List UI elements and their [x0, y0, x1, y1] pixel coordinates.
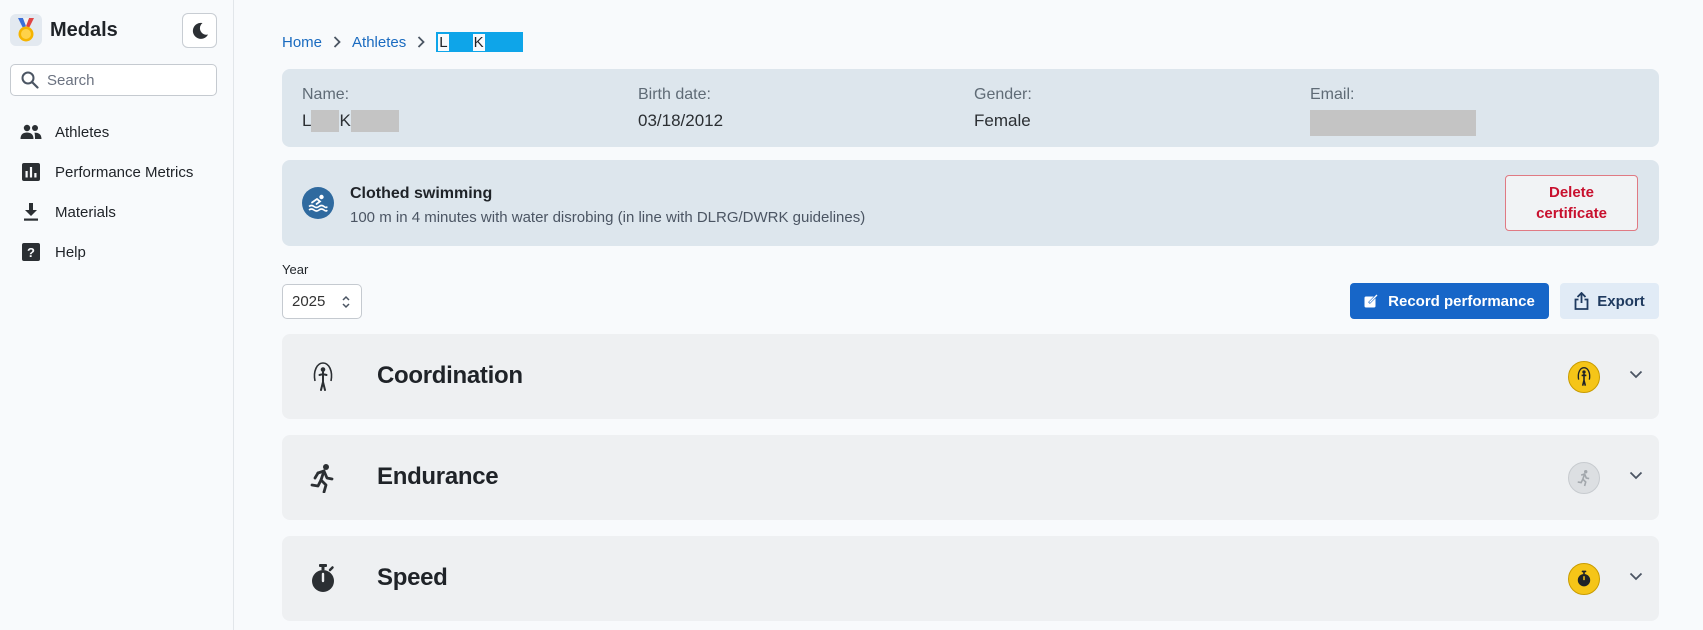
chevron-right-icon [333, 36, 341, 48]
chevron-down-icon[interactable] [1629, 471, 1643, 480]
jump-rope-icon [306, 360, 340, 394]
search-icon [21, 71, 39, 89]
email-value [1310, 110, 1476, 136]
app-title: Medals [50, 18, 118, 41]
search-box[interactable] [10, 64, 217, 96]
no-medal-icon [1568, 462, 1600, 494]
delete-button-label-line2: certificate [1536, 205, 1607, 222]
gold-medal-icon [1568, 361, 1600, 393]
certificate-title: Clothed swimming [350, 185, 493, 202]
birth-date-label: Birth date: [638, 86, 711, 103]
sidebar-nav: Athletes Performance Metrics Materials ?… [0, 112, 234, 272]
sidebar: Medals Athletes [0, 0, 234, 630]
moon-icon [192, 22, 208, 39]
help-icon: ? [20, 241, 42, 263]
chevron-down-icon[interactable] [1629, 572, 1643, 581]
sidebar-item-label: Help [55, 243, 86, 261]
share-icon [1574, 292, 1589, 310]
email-label: Email: [1310, 86, 1355, 103]
redacted-block [311, 110, 340, 132]
discipline-title: Endurance [377, 463, 499, 490]
certificate-description: 100 m in 4 minutes with water disrobing … [350, 209, 866, 226]
record-performance-label: Record performance [1388, 292, 1535, 310]
name-field: Name: L K [302, 86, 399, 132]
gender-field: Gender: Female [974, 86, 1032, 132]
select-arrows-icon [341, 294, 351, 314]
medal-logo-icon [10, 14, 42, 46]
gender-value: Female [974, 111, 1031, 130]
year-label: Year [282, 262, 309, 277]
gold-medal-icon [1568, 563, 1600, 595]
sidebar-item-label: Athletes [55, 123, 110, 141]
breadcrumb-home-link[interactable]: Home [282, 34, 322, 51]
discipline-endurance[interactable]: Endurance [282, 435, 1659, 520]
year-select[interactable]: 2025 [282, 284, 362, 319]
delete-certificate-button[interactable]: Delete certificate [1505, 175, 1638, 231]
year-value: 2025 [292, 293, 326, 310]
email-field: Email: [1310, 86, 1476, 136]
brand[interactable]: Medals [10, 14, 118, 46]
delete-button-label-line1: Delete [1548, 184, 1595, 201]
sidebar-item-athletes[interactable]: Athletes [0, 112, 234, 152]
birth-date-field: Birth date: 03/18/2012 [638, 86, 723, 132]
download-icon [20, 201, 42, 223]
name-initial: L [302, 111, 312, 130]
name-label: Name: [302, 86, 350, 103]
sidebar-item-label: Performance Metrics [55, 163, 194, 181]
people-icon [20, 121, 42, 143]
record-performance-button[interactable]: Record performance [1350, 283, 1549, 319]
sidebar-item-performance-metrics[interactable]: Performance Metrics [0, 152, 234, 192]
chevron-down-icon[interactable] [1629, 370, 1643, 379]
redacted-block [1310, 110, 1476, 136]
certificate-card: Clothed swimming 100 m in 4 minutes with… [282, 160, 1659, 246]
running-icon [306, 461, 340, 495]
athlete-info-card: Name: L K Birth date: 03/18/2012 Gender:… [282, 69, 1659, 147]
name-value: L K [302, 110, 399, 132]
gender-label: Gender: [974, 86, 1032, 103]
sidebar-item-materials[interactable]: Materials [0, 192, 234, 232]
sidebar-item-help[interactable]: ? Help [0, 232, 234, 272]
export-label: Export [1597, 292, 1645, 310]
bar-chart-icon [20, 161, 42, 183]
export-button[interactable]: Export [1560, 283, 1659, 319]
breadcrumb-current-initial: K [472, 33, 485, 51]
chevron-right-icon [417, 36, 425, 48]
svg-text:?: ? [27, 245, 35, 260]
discipline-title: Speed [377, 564, 448, 591]
stopwatch-icon [306, 562, 340, 596]
breadcrumb-current: L K [436, 32, 523, 52]
discipline-speed[interactable]: Speed [282, 536, 1659, 621]
edit-icon [1364, 294, 1378, 308]
name-initial: K [339, 111, 351, 130]
breadcrumb: Home Athletes L K [282, 32, 523, 52]
search-input[interactable] [47, 71, 197, 89]
sidebar-item-label: Materials [55, 203, 116, 221]
theme-toggle-button[interactable] [182, 13, 217, 48]
discipline-title: Coordination [377, 362, 523, 389]
redacted-block [350, 110, 399, 132]
breadcrumb-current-initial: L [438, 33, 449, 51]
breadcrumb-athletes-link[interactable]: Athletes [352, 34, 406, 51]
discipline-coordination[interactable]: Coordination [282, 334, 1659, 419]
swimming-icon [302, 187, 334, 219]
birth-date-value: 03/18/2012 [638, 111, 724, 130]
